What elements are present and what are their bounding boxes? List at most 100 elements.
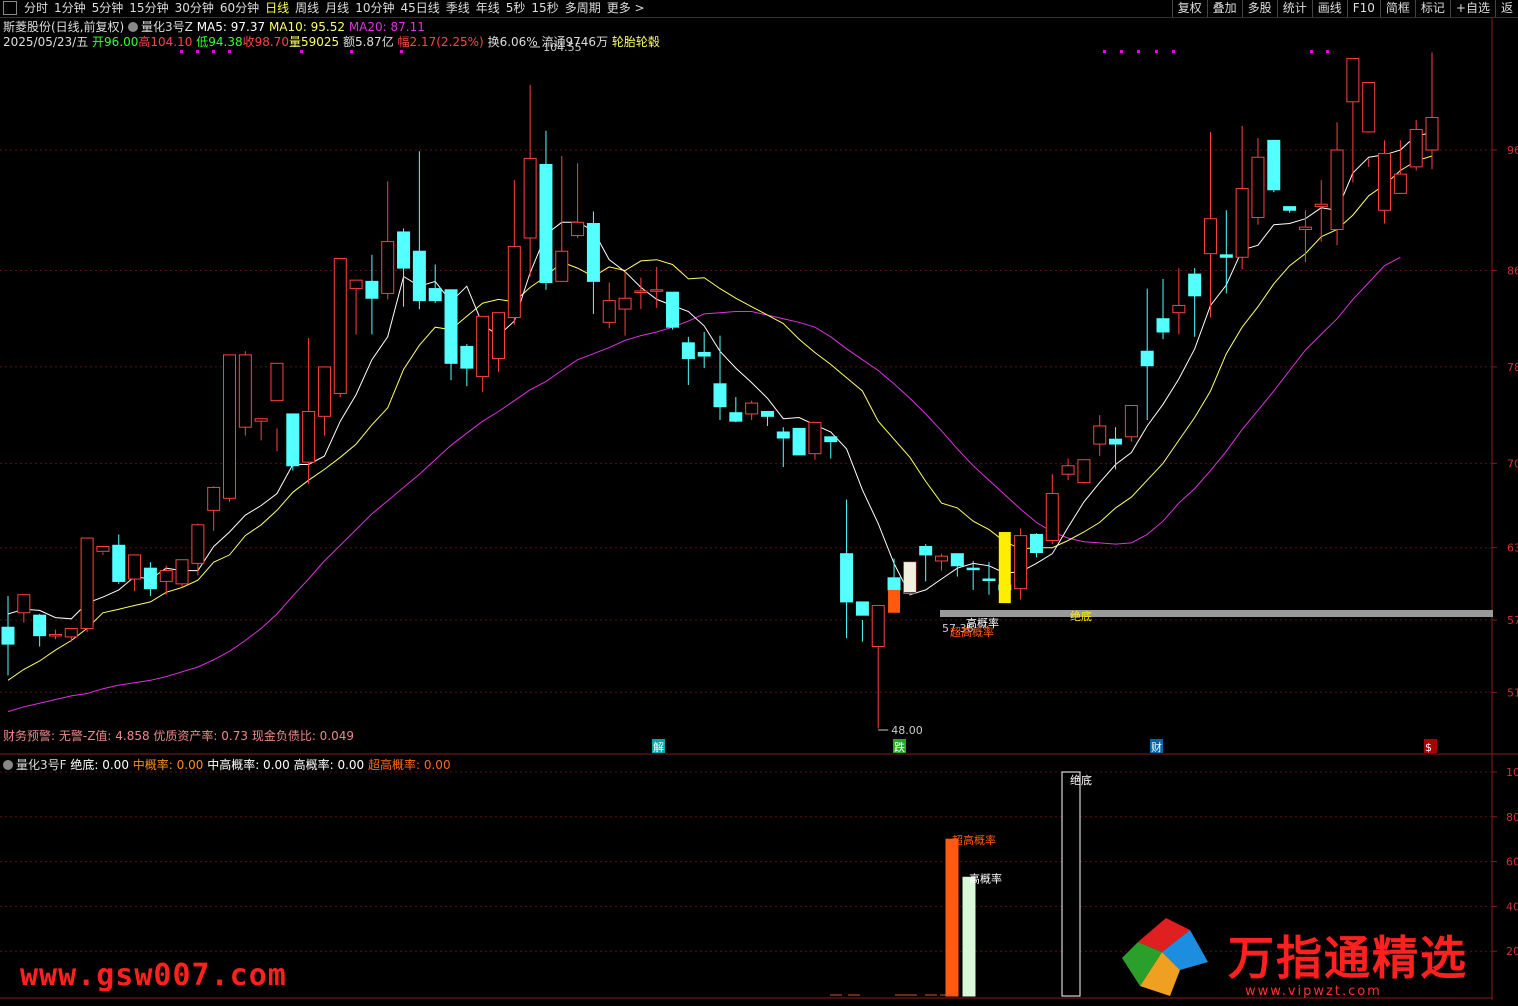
candle — [1267, 139, 1281, 193]
candle — [128, 554, 142, 592]
candle-body — [428, 288, 442, 302]
candle-body — [650, 289, 664, 292]
candle-body — [586, 223, 600, 282]
candle-body — [143, 567, 157, 590]
candle — [855, 601, 869, 642]
subchart-toggle-icon[interactable] — [3, 760, 13, 770]
price-tick-label: 86 — [1507, 265, 1518, 278]
candle-body — [1393, 173, 1407, 194]
sub-tick-label: 40 — [1506, 900, 1518, 913]
candle-body — [1378, 153, 1392, 211]
quote-close: 收98.70 — [242, 35, 289, 49]
candle-body — [966, 567, 980, 571]
ma20-value: MA20: 87.11 — [348, 20, 425, 34]
candle — [1409, 119, 1423, 171]
candle — [1014, 528, 1028, 600]
sub-bar — [945, 838, 959, 997]
sub-bar — [962, 876, 976, 997]
candle-body — [666, 291, 680, 328]
candle-body — [254, 418, 268, 422]
candle — [1346, 57, 1360, 183]
watermark-right: 万指通精选 — [1228, 931, 1468, 985]
ma5-value: MA5: 97.37 — [196, 20, 266, 34]
candle — [523, 84, 537, 277]
candle — [112, 534, 126, 584]
watermark-left: www.gsw007.com — [20, 958, 287, 993]
candle — [476, 315, 490, 393]
sub-bar-label: 超高概率 — [952, 833, 996, 847]
candle-body — [302, 411, 316, 463]
sub-tick-label: 80 — [1506, 811, 1518, 824]
candle-body — [397, 231, 411, 269]
candle-body — [919, 545, 933, 556]
candle-body — [618, 297, 632, 310]
support-bar — [940, 610, 1493, 617]
quote-date: 2025/05/23/五 — [3, 35, 89, 49]
candle-body — [1029, 533, 1043, 554]
candle — [1061, 458, 1075, 481]
signal-candle-white — [903, 562, 916, 593]
candle — [1045, 474, 1059, 545]
candle — [302, 338, 316, 484]
candle-body — [1124, 404, 1138, 438]
candle — [80, 537, 94, 633]
candle-body — [1283, 206, 1297, 211]
candle — [254, 418, 268, 441]
candle-body — [634, 290, 648, 293]
candle — [887, 558, 901, 593]
quote-concept[interactable]: 轮胎轮毂 — [612, 35, 660, 49]
candle-body — [1235, 188, 1249, 258]
signal-dot — [180, 50, 183, 53]
candle — [539, 130, 553, 290]
price-tick-label: 63 — [1507, 542, 1518, 555]
candle-body — [444, 289, 458, 364]
signal-dot — [1120, 50, 1123, 53]
event-marker: 跌 — [894, 740, 905, 754]
candle — [1251, 137, 1265, 225]
candle — [460, 344, 474, 387]
quote-info-line: 2025/05/23/五 开96.00高104.10 低94.38收98.70量… — [3, 33, 660, 50]
candle — [1298, 210, 1312, 263]
stock-name: 斯菱股份(日线,前复权) — [3, 20, 125, 34]
indicator-name[interactable]: 量化3号Z — [141, 20, 193, 34]
candle-body — [48, 633, 62, 637]
candle-body — [159, 570, 173, 582]
candle — [270, 362, 284, 452]
signal-candle-yellow — [998, 532, 1011, 604]
candle-body — [207, 486, 221, 511]
candle — [1362, 82, 1376, 167]
candle — [745, 400, 759, 420]
signal-dot — [1310, 50, 1313, 53]
subchart-name[interactable]: 量化3号F — [16, 758, 67, 772]
candle — [1124, 404, 1138, 442]
candle — [1203, 131, 1217, 318]
candle — [713, 335, 727, 420]
candle — [491, 312, 505, 372]
candle — [824, 436, 838, 459]
candle-body — [602, 300, 616, 323]
candle-body — [697, 351, 711, 357]
candle — [381, 181, 395, 300]
candle — [871, 605, 885, 729]
candle — [33, 613, 47, 647]
candle — [191, 523, 205, 576]
candle — [840, 499, 854, 639]
candle — [760, 411, 774, 426]
candle — [1156, 278, 1170, 340]
candle-body — [128, 554, 142, 580]
logo-icon — [1122, 918, 1208, 996]
candle-body — [33, 614, 47, 637]
candle-body — [112, 544, 126, 582]
candle-body — [950, 553, 964, 567]
candle — [1378, 140, 1392, 224]
indicator-toggle-icon[interactable] — [128, 22, 139, 32]
signal-dot — [400, 50, 403, 53]
candle-body — [760, 411, 774, 417]
candle-body — [824, 436, 838, 443]
candle — [950, 553, 964, 577]
candle — [808, 421, 822, 460]
signal-dot — [212, 50, 215, 53]
signal-dot — [1137, 50, 1140, 53]
subchart-item: 超高概率: 0.00 — [368, 758, 451, 772]
candle-body — [539, 163, 553, 284]
